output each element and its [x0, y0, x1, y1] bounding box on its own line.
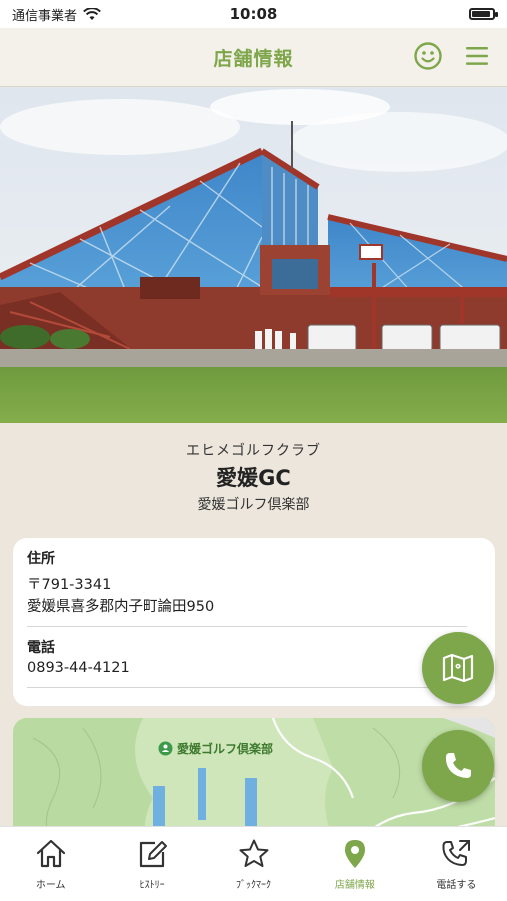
- tab-history[interactable]: ﾋｽﾄﾘｰ: [101, 827, 202, 901]
- phone-icon: [445, 753, 471, 778]
- address-text[interactable]: 愛媛県喜多郡内子町論田950: [27, 596, 481, 618]
- edit-icon: [140, 841, 168, 868]
- tab-call[interactable]: 電話する: [406, 827, 507, 901]
- location-pin-icon: [344, 840, 365, 868]
- star-icon: [239, 839, 269, 867]
- status-bar: 通信事業者 10:08: [0, 0, 507, 28]
- wifi-icon: [83, 7, 101, 20]
- store-info-card: 住所 〒791-3341 愛媛県喜多郡内子町論田950 電話 0893-44-4…: [13, 538, 495, 706]
- tab-store-info[interactable]: 店舗情報: [304, 827, 405, 901]
- tab-label: 電話する: [436, 880, 477, 891]
- tab-label: ホーム: [35, 880, 66, 891]
- tab-label: ﾋｽﾄﾘｰ: [139, 880, 165, 891]
- tab-label: ﾌﾞｯｸﾏｰｸ: [236, 880, 272, 891]
- store-full-name: 愛媛ゴルフ倶楽部: [197, 497, 310, 513]
- map-fab-button[interactable]: [422, 632, 494, 704]
- call-fab-button[interactable]: [422, 730, 494, 802]
- carrier-name: 通信事業者: [12, 8, 78, 24]
- map-pin-icon: [158, 741, 173, 756]
- tab-label: 店舗情報: [334, 880, 375, 891]
- phone-label: 電話: [27, 640, 55, 656]
- divider: [27, 626, 467, 627]
- hamburger-menu-icon[interactable]: [464, 43, 490, 69]
- phone-number[interactable]: 0893-44-4121: [27, 657, 481, 679]
- tab-bookmark[interactable]: ﾌﾞｯｸﾏｰｸ: [203, 827, 304, 901]
- store-photo: [0, 87, 507, 423]
- postal-code: 〒791-3341: [27, 577, 112, 593]
- store-name-block: エヒメゴルフクラブ 愛媛GC 愛媛ゴルフ倶楽部: [0, 440, 507, 514]
- map-pin[interactable]: 愛媛ゴルフ倶楽部: [158, 740, 273, 757]
- home-icon: [36, 839, 65, 868]
- store-short-name: 愛媛GC: [216, 466, 291, 490]
- battery-level: [472, 11, 490, 17]
- status-left: 通信事業者: [12, 5, 101, 24]
- map-pin-label: 愛媛ゴルフ倶楽部: [177, 742, 274, 756]
- tab-home[interactable]: ホーム: [0, 827, 101, 901]
- page-title: 店舗情報: [213, 47, 294, 70]
- store-name-kana: エヒメゴルフクラブ: [186, 443, 321, 459]
- address-label: 住所: [27, 551, 55, 567]
- smile-icon[interactable]: [413, 41, 443, 71]
- folded-map-icon: [442, 653, 474, 683]
- phone-call-icon: [442, 840, 471, 866]
- divider: [27, 687, 467, 688]
- battery-icon: [469, 8, 498, 20]
- bottom-tab-bar: ホーム ﾋｽﾄﾘｰ ﾌﾞｯｸﾏｰｸ 店舗情報 電話する: [0, 826, 507, 901]
- app-header: 店舗情報: [0, 28, 507, 87]
